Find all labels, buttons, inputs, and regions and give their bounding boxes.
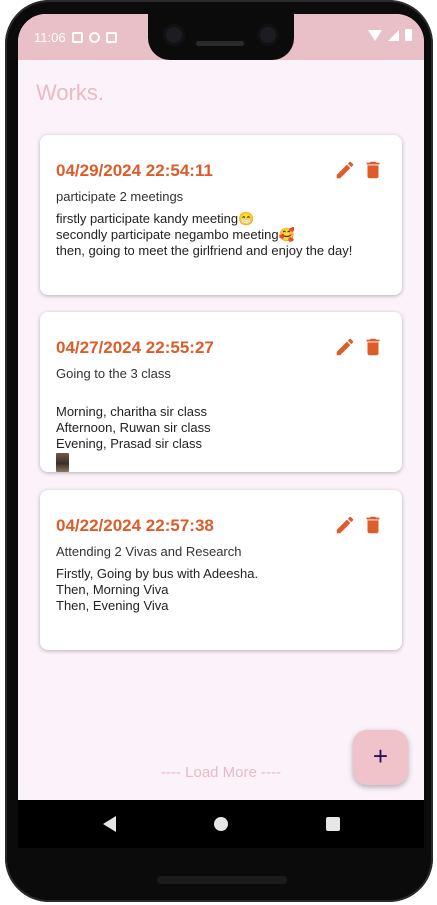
- add-work-button[interactable]: +: [353, 730, 408, 785]
- home-icon[interactable]: [214, 817, 228, 831]
- delete-icon[interactable]: [362, 514, 384, 536]
- bottom-speaker-grille: [157, 876, 287, 884]
- edit-icon[interactable]: [334, 159, 356, 181]
- front-camera-icon: [257, 24, 279, 46]
- delete-icon[interactable]: [362, 336, 384, 358]
- card-date: 04/22/2024 22:57:38: [56, 516, 214, 535]
- attached-image-thumbnail[interactable]: [56, 453, 69, 472]
- card-body-text: Morning, charitha sir class Afternoon, R…: [56, 404, 211, 451]
- work-card[interactable]: 04/27/2024 22:55:27 Going to the 3 class…: [40, 312, 402, 472]
- edit-icon[interactable]: [334, 336, 356, 358]
- card-date: 04/27/2024 22:55:27: [56, 338, 214, 357]
- card-body: firstly participate kandy meeting😁 secon…: [56, 211, 353, 258]
- front-camera-icon: [163, 24, 185, 46]
- wifi-icon: [368, 29, 382, 41]
- a-notification-icon: [71, 32, 83, 43]
- page-title: Works.: [36, 80, 105, 105]
- card-date: 04/29/2024 22:54:11: [56, 161, 213, 180]
- back-icon[interactable]: [103, 816, 116, 832]
- status-right: [368, 29, 412, 41]
- status-left: 11:06: [34, 30, 117, 45]
- work-card[interactable]: 04/29/2024 22:54:11 participate 2 meetin…: [40, 135, 402, 295]
- edit-icon[interactable]: [334, 514, 356, 536]
- battery-icon: [405, 29, 412, 41]
- card-subtitle: participate 2 meetings: [56, 189, 184, 204]
- delete-icon[interactable]: [362, 159, 384, 181]
- card-body: Morning, charitha sir class Afternoon, R…: [56, 388, 386, 488]
- sd-card-icon: [105, 32, 117, 43]
- camera-notch: [148, 14, 294, 60]
- card-subtitle: Attending 2 Vivas and Research: [56, 544, 242, 559]
- p-notification-icon: [88, 32, 100, 43]
- card-subtitle: Going to the 3 class: [56, 366, 171, 381]
- android-nav-bar: [18, 800, 424, 848]
- earpiece-speaker: [196, 41, 244, 46]
- card-body: Firstly, Going by bus with Adeesha. Then…: [56, 566, 259, 613]
- app-screen: 11:06 Works. 04/29/2024 22:54:11 partici…: [18, 14, 424, 848]
- signal-icon: [388, 29, 399, 41]
- status-time: 11:06: [34, 30, 66, 45]
- work-card[interactable]: 04/22/2024 22:57:38 Attending 2 Vivas an…: [40, 490, 402, 650]
- recents-icon[interactable]: [326, 817, 340, 831]
